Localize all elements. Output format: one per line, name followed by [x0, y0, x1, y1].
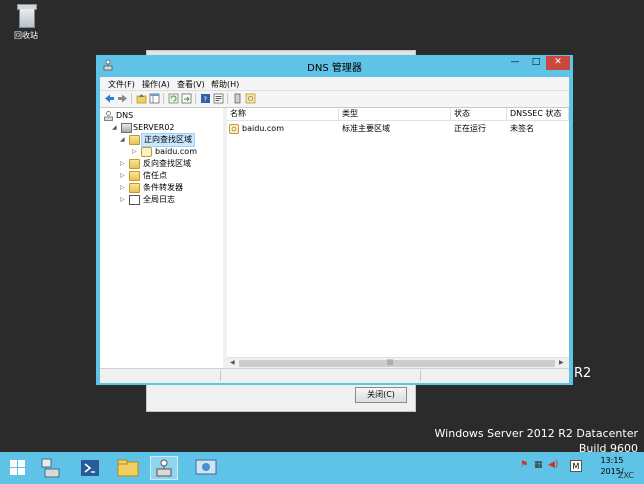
folder-icon [129, 183, 140, 193]
close-button[interactable]: ✕ [546, 56, 570, 70]
ime-mode-indicator[interactable]: M [570, 460, 582, 472]
dns-icon [104, 111, 113, 121]
status-bar [100, 368, 569, 383]
server-list-icon[interactable] [232, 93, 243, 104]
dialog-close-button[interactable]: 关闭(C) [355, 387, 407, 403]
row-status: 正在运行 [454, 124, 486, 133]
back-arrow-icon[interactable] [104, 93, 115, 104]
background-r2-text: R2 [574, 366, 592, 381]
console-tree: DNS ◢ SERVER02 ◢ 正向查找区域 ▷ baidu.com ▷ 反向… [100, 108, 224, 366]
network-icon[interactable]: ▦ [534, 460, 543, 470]
row-dnssec: 未签名 [510, 124, 534, 133]
menu-view[interactable]: 查看(V) [177, 79, 205, 90]
tree-label-dns: DNS [116, 111, 134, 120]
tree-label-conditional-forwarders: 条件转发器 [143, 183, 183, 192]
expand-icon[interactable]: ▷ [120, 170, 128, 182]
menu-help[interactable]: 帮助(H) [211, 79, 239, 90]
properties-icon[interactable] [213, 93, 224, 104]
menu-bar: 文件(F) 操作(A) 查看(V) 帮助(H) [100, 77, 569, 91]
folder-icon [129, 159, 140, 169]
up-folder-icon[interactable] [136, 93, 147, 104]
collapse-icon[interactable]: ◢ [120, 134, 128, 146]
status-section [100, 370, 221, 381]
tree-label-zone: baidu.com [155, 147, 197, 156]
remote-desktop-icon[interactable] [192, 456, 220, 480]
content-area: DNS ◢ SERVER02 ◢ 正向查找区域 ▷ baidu.com ▷ 反向… [100, 108, 569, 369]
dns-manager-window: DNS 管理器 — □ ✕ 文件(F) 操作(A) 查看(V) 帮助(H) ? … [96, 55, 573, 385]
file-explorer-icon[interactable] [114, 456, 142, 480]
server-manager-icon[interactable] [36, 456, 64, 480]
svg-text:?: ? [203, 96, 207, 104]
zone-file-icon [229, 124, 239, 134]
scroll-left-icon[interactable]: ◀ [230, 359, 235, 366]
collapse-icon[interactable]: ◢ [112, 122, 120, 134]
expand-icon[interactable]: ▷ [120, 182, 128, 194]
folder-icon [129, 135, 140, 145]
dns-manager-taskbar-button[interactable] [150, 456, 178, 480]
tree-label-reverse-zones: 反向查找区域 [143, 159, 191, 168]
ime-language-indicator[interactable]: ZXC [618, 471, 634, 480]
maximize-button[interactable]: □ [525, 56, 547, 70]
powershell-icon[interactable] [76, 456, 104, 480]
taskbar: ⚑ ▦ ◀) M 13:15 2015/ ZXC [0, 452, 644, 484]
dns-manager-icon [156, 459, 172, 477]
tree-label-global-logs: 全局日志 [143, 195, 175, 204]
window-title: DNS 管理器 [307, 63, 362, 74]
column-header-status[interactable]: 状态 [451, 108, 507, 121]
menu-file[interactable]: 文件(F) [108, 79, 135, 90]
row-type: 标准主要区域 [342, 124, 390, 133]
show-pane-icon[interactable] [149, 93, 160, 104]
forward-arrow-icon[interactable] [117, 93, 128, 104]
scroll-right-icon[interactable]: ▶ [559, 359, 564, 366]
folder-icon [129, 171, 140, 181]
server-icon [121, 123, 132, 133]
zone-file-icon [141, 147, 152, 157]
status-section [220, 370, 421, 381]
os-edition: Windows Server 2012 R2 Datacenter [434, 427, 638, 440]
volume-icon[interactable]: ◀) [548, 460, 558, 470]
zone-icon[interactable] [245, 93, 256, 104]
export-list-icon[interactable] [181, 93, 192, 104]
column-header-dnssec[interactable]: DNSSEC 状态 [507, 108, 569, 121]
recycle-bin-label: 回收站 [14, 31, 38, 40]
column-header-type[interactable]: 类型 [339, 108, 451, 121]
event-log-icon [129, 195, 140, 205]
help-icon[interactable]: ? [200, 93, 211, 104]
results-list: 名称 类型 状态 DNSSEC 状态 baidu.com 标准主要区域 正在运行… [227, 108, 569, 369]
title-bar[interactable]: DNS 管理器 — □ ✕ [96, 55, 573, 77]
row-name: baidu.com [242, 124, 284, 133]
recycle-bin[interactable]: 回收站 [6, 4, 46, 41]
toolbar: ? [100, 91, 569, 108]
clock-time: 13:15 [600, 456, 624, 465]
flag-icon[interactable]: ⚑ [520, 460, 528, 470]
column-header-name[interactable]: 名称 [227, 108, 339, 121]
refresh-icon[interactable] [168, 93, 179, 104]
recycle-bin-icon [15, 4, 37, 28]
menu-action[interactable]: 操作(A) [142, 79, 170, 90]
expand-icon[interactable]: ▷ [120, 194, 128, 206]
tree-label-trust-points: 信任点 [143, 171, 167, 180]
expand-icon[interactable]: ▷ [132, 146, 140, 158]
minimize-button[interactable]: — [504, 56, 526, 70]
expand-icon[interactable]: ▷ [120, 158, 128, 170]
scroll-thumb[interactable] [239, 360, 555, 367]
scroll-grip-icon: ||| [387, 359, 394, 366]
tree-label-forward-zones: 正向查找区域 [141, 133, 195, 147]
start-windows-icon[interactable] [4, 456, 32, 480]
